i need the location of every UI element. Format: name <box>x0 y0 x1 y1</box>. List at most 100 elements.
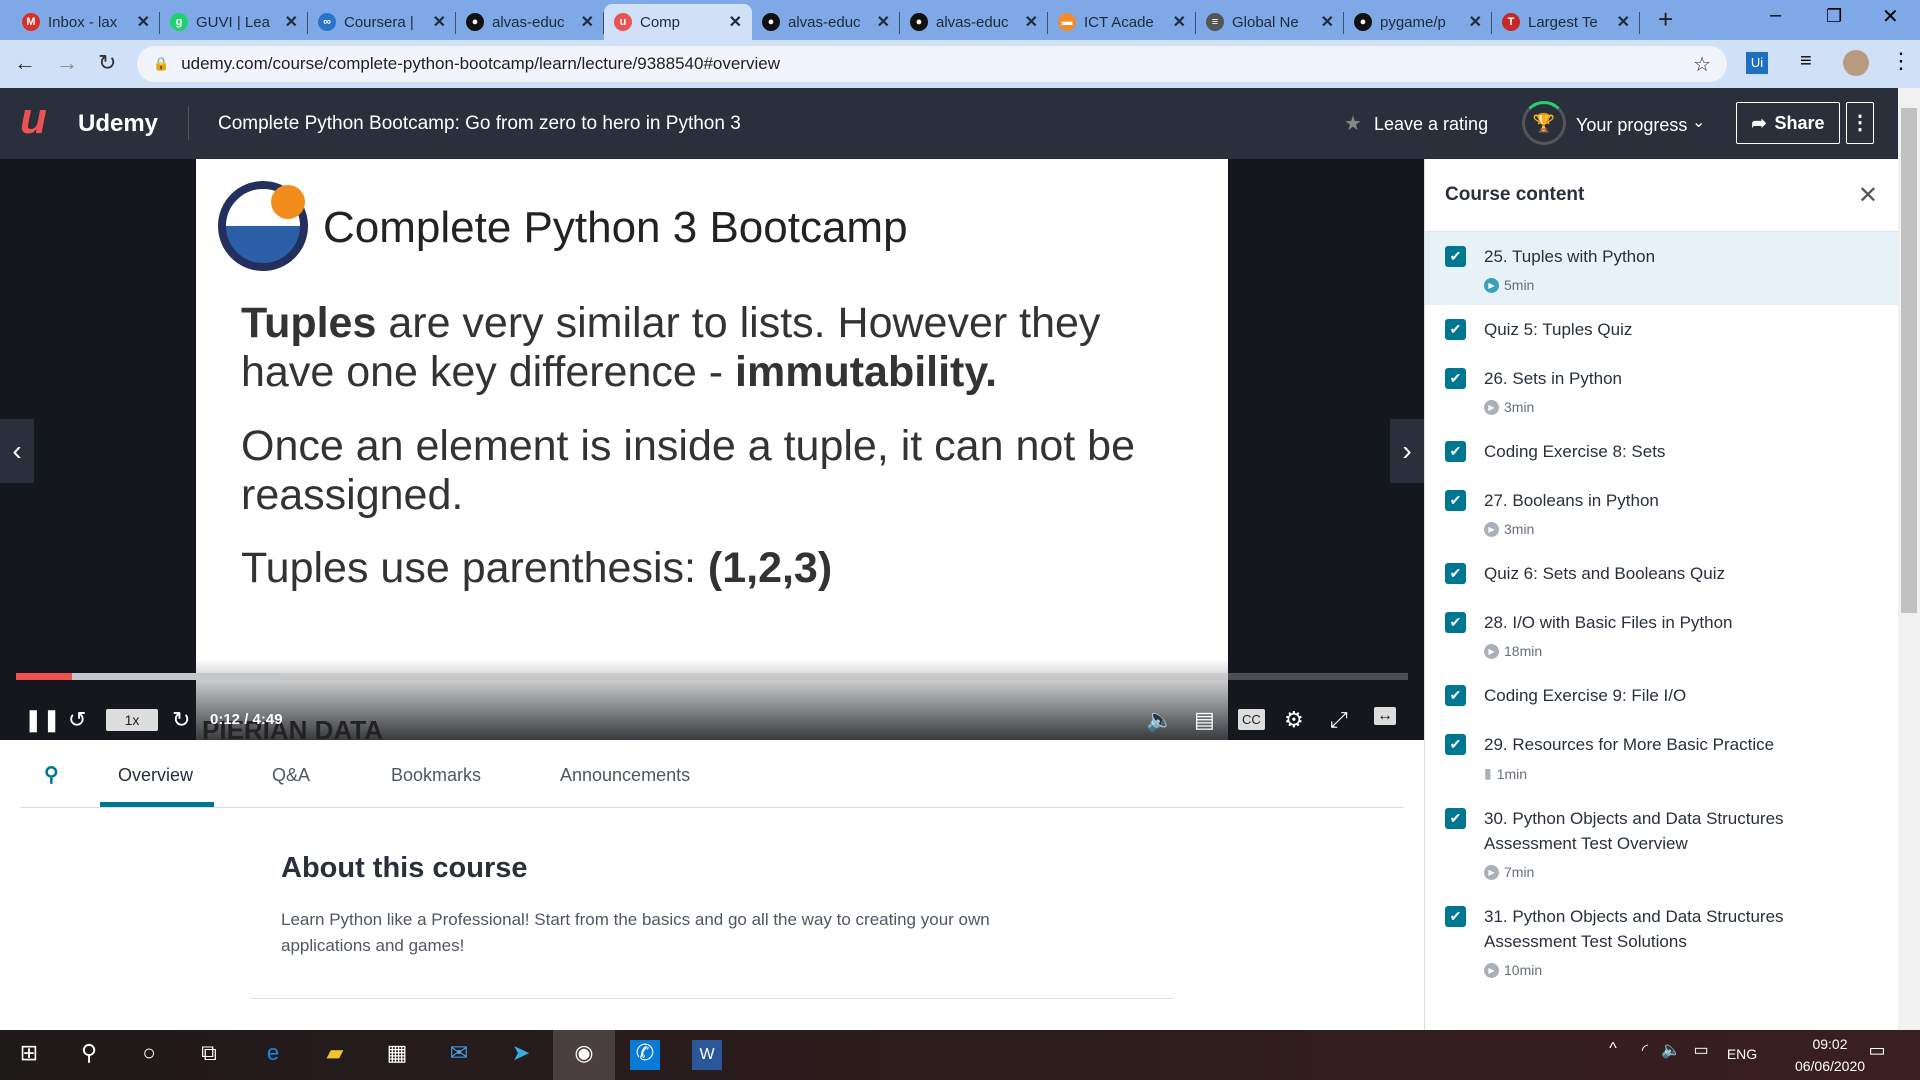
prev-lecture-button[interactable]: ‹ <box>0 419 34 483</box>
fullscreen-icon[interactable]: ⤢ <box>1330 707 1348 733</box>
browser-tab[interactable]: M Inbox - lax ✕ <box>12 4 160 40</box>
scrollbar-thumb[interactable] <box>1901 108 1917 613</box>
url-input[interactable]: 🔒 udemy.com/course/complete-python-bootc… <box>137 46 1727 82</box>
settings-gear-icon[interactable]: ⚙ <box>1284 707 1304 733</box>
course-title[interactable]: Complete Python Bootcamp: Go from zero t… <box>218 113 741 135</box>
close-icon[interactable]: ✕ <box>1858 181 1878 210</box>
next-lecture-button[interactable]: › <box>1390 419 1424 483</box>
lecture-item[interactable]: ✔ 29. Resources for More Basic Practice ▮ 1… <box>1425 720 1898 794</box>
search-icon[interactable]: ⚲ <box>44 762 59 787</box>
close-window-button[interactable]: ✕ <box>1882 4 1899 29</box>
file-explorer-icon[interactable]: ▰ <box>320 1040 350 1070</box>
browser-tab[interactable]: ▬ ICT Acade ✕ <box>1048 4 1196 40</box>
tab-qa[interactable]: Q&A <box>272 765 310 786</box>
video-player[interactable]: Complete Python 3 Bootcamp Tuples are ve… <box>0 159 1424 740</box>
back-icon[interactable]: ← <box>14 50 36 76</box>
close-tab-icon[interactable]: ✕ <box>1025 12 1038 32</box>
lecture-item[interactable]: ✔ 26. Sets in Python ▶ 3min <box>1425 354 1898 427</box>
close-tab-icon[interactable]: ✕ <box>1469 12 1482 32</box>
tray-chevron-icon[interactable]: ^ <box>1598 1040 1628 1070</box>
language-indicator[interactable]: ENG <box>1722 1046 1762 1076</box>
avatar[interactable] <box>1843 50 1869 76</box>
start-icon[interactable]: ⊞ <box>14 1040 44 1070</box>
browser-tab[interactable]: u Comp ✕ <box>604 4 752 40</box>
completed-checkbox[interactable]: ✔ <box>1445 906 1466 927</box>
search-icon[interactable]: ⚲ <box>74 1040 104 1070</box>
edge-icon[interactable]: e <box>258 1040 288 1070</box>
forward-icon[interactable]: → <box>56 50 78 76</box>
browser-tab[interactable]: g GUVI | Lea ✕ <box>160 4 308 40</box>
rewind-icon[interactable]: ↺ <box>68 707 86 733</box>
browser-tab[interactable]: ∞ Coursera | ✕ <box>308 4 456 40</box>
lecture-item[interactable]: ✔ Quiz 6: Sets and Booleans Quiz <box>1425 549 1898 598</box>
completed-checkbox[interactable]: ✔ <box>1445 319 1466 340</box>
lecture-item[interactable]: ✔ Coding Exercise 8: Sets <box>1425 427 1898 476</box>
browser-tab[interactable]: ● alvas-educ ✕ <box>456 4 604 40</box>
completed-checkbox[interactable]: ✔ <box>1445 612 1466 633</box>
completed-checkbox[interactable]: ✔ <box>1445 441 1466 462</box>
chevron-down-icon[interactable]: ⌄ <box>1692 112 1705 132</box>
whatsapp-icon[interactable]: ✆ <box>630 1040 660 1070</box>
completed-checkbox[interactable]: ✔ <box>1445 563 1466 584</box>
lecture-item[interactable]: ✔ 27. Booleans in Python ▶ 3min <box>1425 476 1898 549</box>
leave-rating-button[interactable]: Leave a rating <box>1374 114 1488 135</box>
menu-icon[interactable]: ⋮ <box>1890 48 1912 74</box>
expand-width-icon[interactable]: ↔ <box>1374 707 1396 725</box>
captions-button[interactable]: CC <box>1238 709 1265 730</box>
lecture-item[interactable]: ✔ 31. Python Objects and Data Structures … <box>1425 892 1898 990</box>
browser-tab[interactable]: ● pygame/p ✕ <box>1344 4 1492 40</box>
close-tab-icon[interactable]: ✕ <box>1617 12 1630 32</box>
mail-icon[interactable]: ✉ <box>444 1040 474 1070</box>
reload-icon[interactable]: ↻ <box>98 50 116 76</box>
tab-announcements[interactable]: Announcements <box>560 765 690 786</box>
udemy-logo-icon[interactable]: u <box>20 94 47 144</box>
lecture-item[interactable]: ✔ 25. Tuples with Python ▶ 5min <box>1425 232 1898 305</box>
completed-checkbox[interactable]: ✔ <box>1445 685 1466 706</box>
transcript-icon[interactable]: ▤ <box>1194 707 1215 733</box>
close-tab-icon[interactable]: ✕ <box>1173 12 1186 32</box>
lecture-item[interactable]: ✔ 28. I/O with Basic Files in Python ▶ 18mi… <box>1425 598 1898 671</box>
your-progress-button[interactable]: Your progress <box>1576 115 1687 136</box>
volume-icon[interactable]: 🔈 <box>1656 1040 1686 1070</box>
store-icon[interactable]: ▦ <box>382 1040 412 1070</box>
close-tab-icon[interactable]: ✕ <box>729 12 742 32</box>
maximize-button[interactable]: ❐ <box>1826 6 1842 27</box>
browser-tab[interactable]: T Largest Te ✕ <box>1492 4 1640 40</box>
close-tab-icon[interactable]: ✕ <box>877 12 890 32</box>
media-icon[interactable]: ≡ <box>1800 50 1812 73</box>
telegram-icon[interactable]: ➤ <box>506 1040 536 1070</box>
completed-checkbox[interactable]: ✔ <box>1445 734 1466 755</box>
page-scrollbar[interactable] <box>1898 88 1920 1030</box>
tab-overview[interactable]: Overview <box>118 765 193 786</box>
playback-speed-button[interactable]: 1x <box>106 709 158 731</box>
minimize-button[interactable]: – <box>1770 4 1781 27</box>
seek-bar[interactable] <box>16 673 1408 680</box>
tab-bookmarks[interactable]: Bookmarks <box>391 765 481 786</box>
close-tab-icon[interactable]: ✕ <box>1321 12 1334 32</box>
close-tab-icon[interactable]: ✕ <box>433 12 446 32</box>
close-tab-icon[interactable]: ✕ <box>137 12 150 32</box>
completed-checkbox[interactable]: ✔ <box>1445 490 1466 511</box>
clock-time[interactable]: 09:02 <box>1790 1036 1870 1052</box>
extension-icon[interactable]: Ui <box>1746 52 1768 74</box>
task-view-icon[interactable]: ⧉ <box>194 1040 224 1070</box>
notifications-icon[interactable]: ▭ <box>1862 1040 1892 1070</box>
word-icon[interactable]: W <box>692 1040 722 1070</box>
new-tab-button[interactable]: + <box>1658 4 1673 35</box>
close-tab-icon[interactable]: ✕ <box>285 12 298 32</box>
pause-icon[interactable]: ❚❚ <box>24 707 61 733</box>
brand[interactable]: Udemy <box>78 110 158 138</box>
lecture-item[interactable]: ✔ Coding Exercise 9: File I/O <box>1425 671 1898 720</box>
browser-tab[interactable]: ≡ Global Ne ✕ <box>1196 4 1344 40</box>
chrome-icon[interactable]: ◉ <box>553 1030 615 1080</box>
cortana-icon[interactable]: ○ <box>134 1040 164 1070</box>
forward-icon[interactable]: ↻ <box>172 707 190 733</box>
battery-icon[interactable]: ▭ <box>1686 1040 1716 1070</box>
completed-checkbox[interactable]: ✔ <box>1445 368 1466 389</box>
browser-tab[interactable]: ● alvas-educ ✕ <box>752 4 900 40</box>
more-options-button[interactable]: ⋮ <box>1846 102 1874 144</box>
lecture-item[interactable]: ✔ Quiz 5: Tuples Quiz <box>1425 305 1898 354</box>
completed-checkbox[interactable]: ✔ <box>1445 246 1466 267</box>
bookmark-star-icon[interactable]: ☆ <box>1693 52 1711 77</box>
volume-icon[interactable]: 🔈 <box>1146 707 1173 733</box>
